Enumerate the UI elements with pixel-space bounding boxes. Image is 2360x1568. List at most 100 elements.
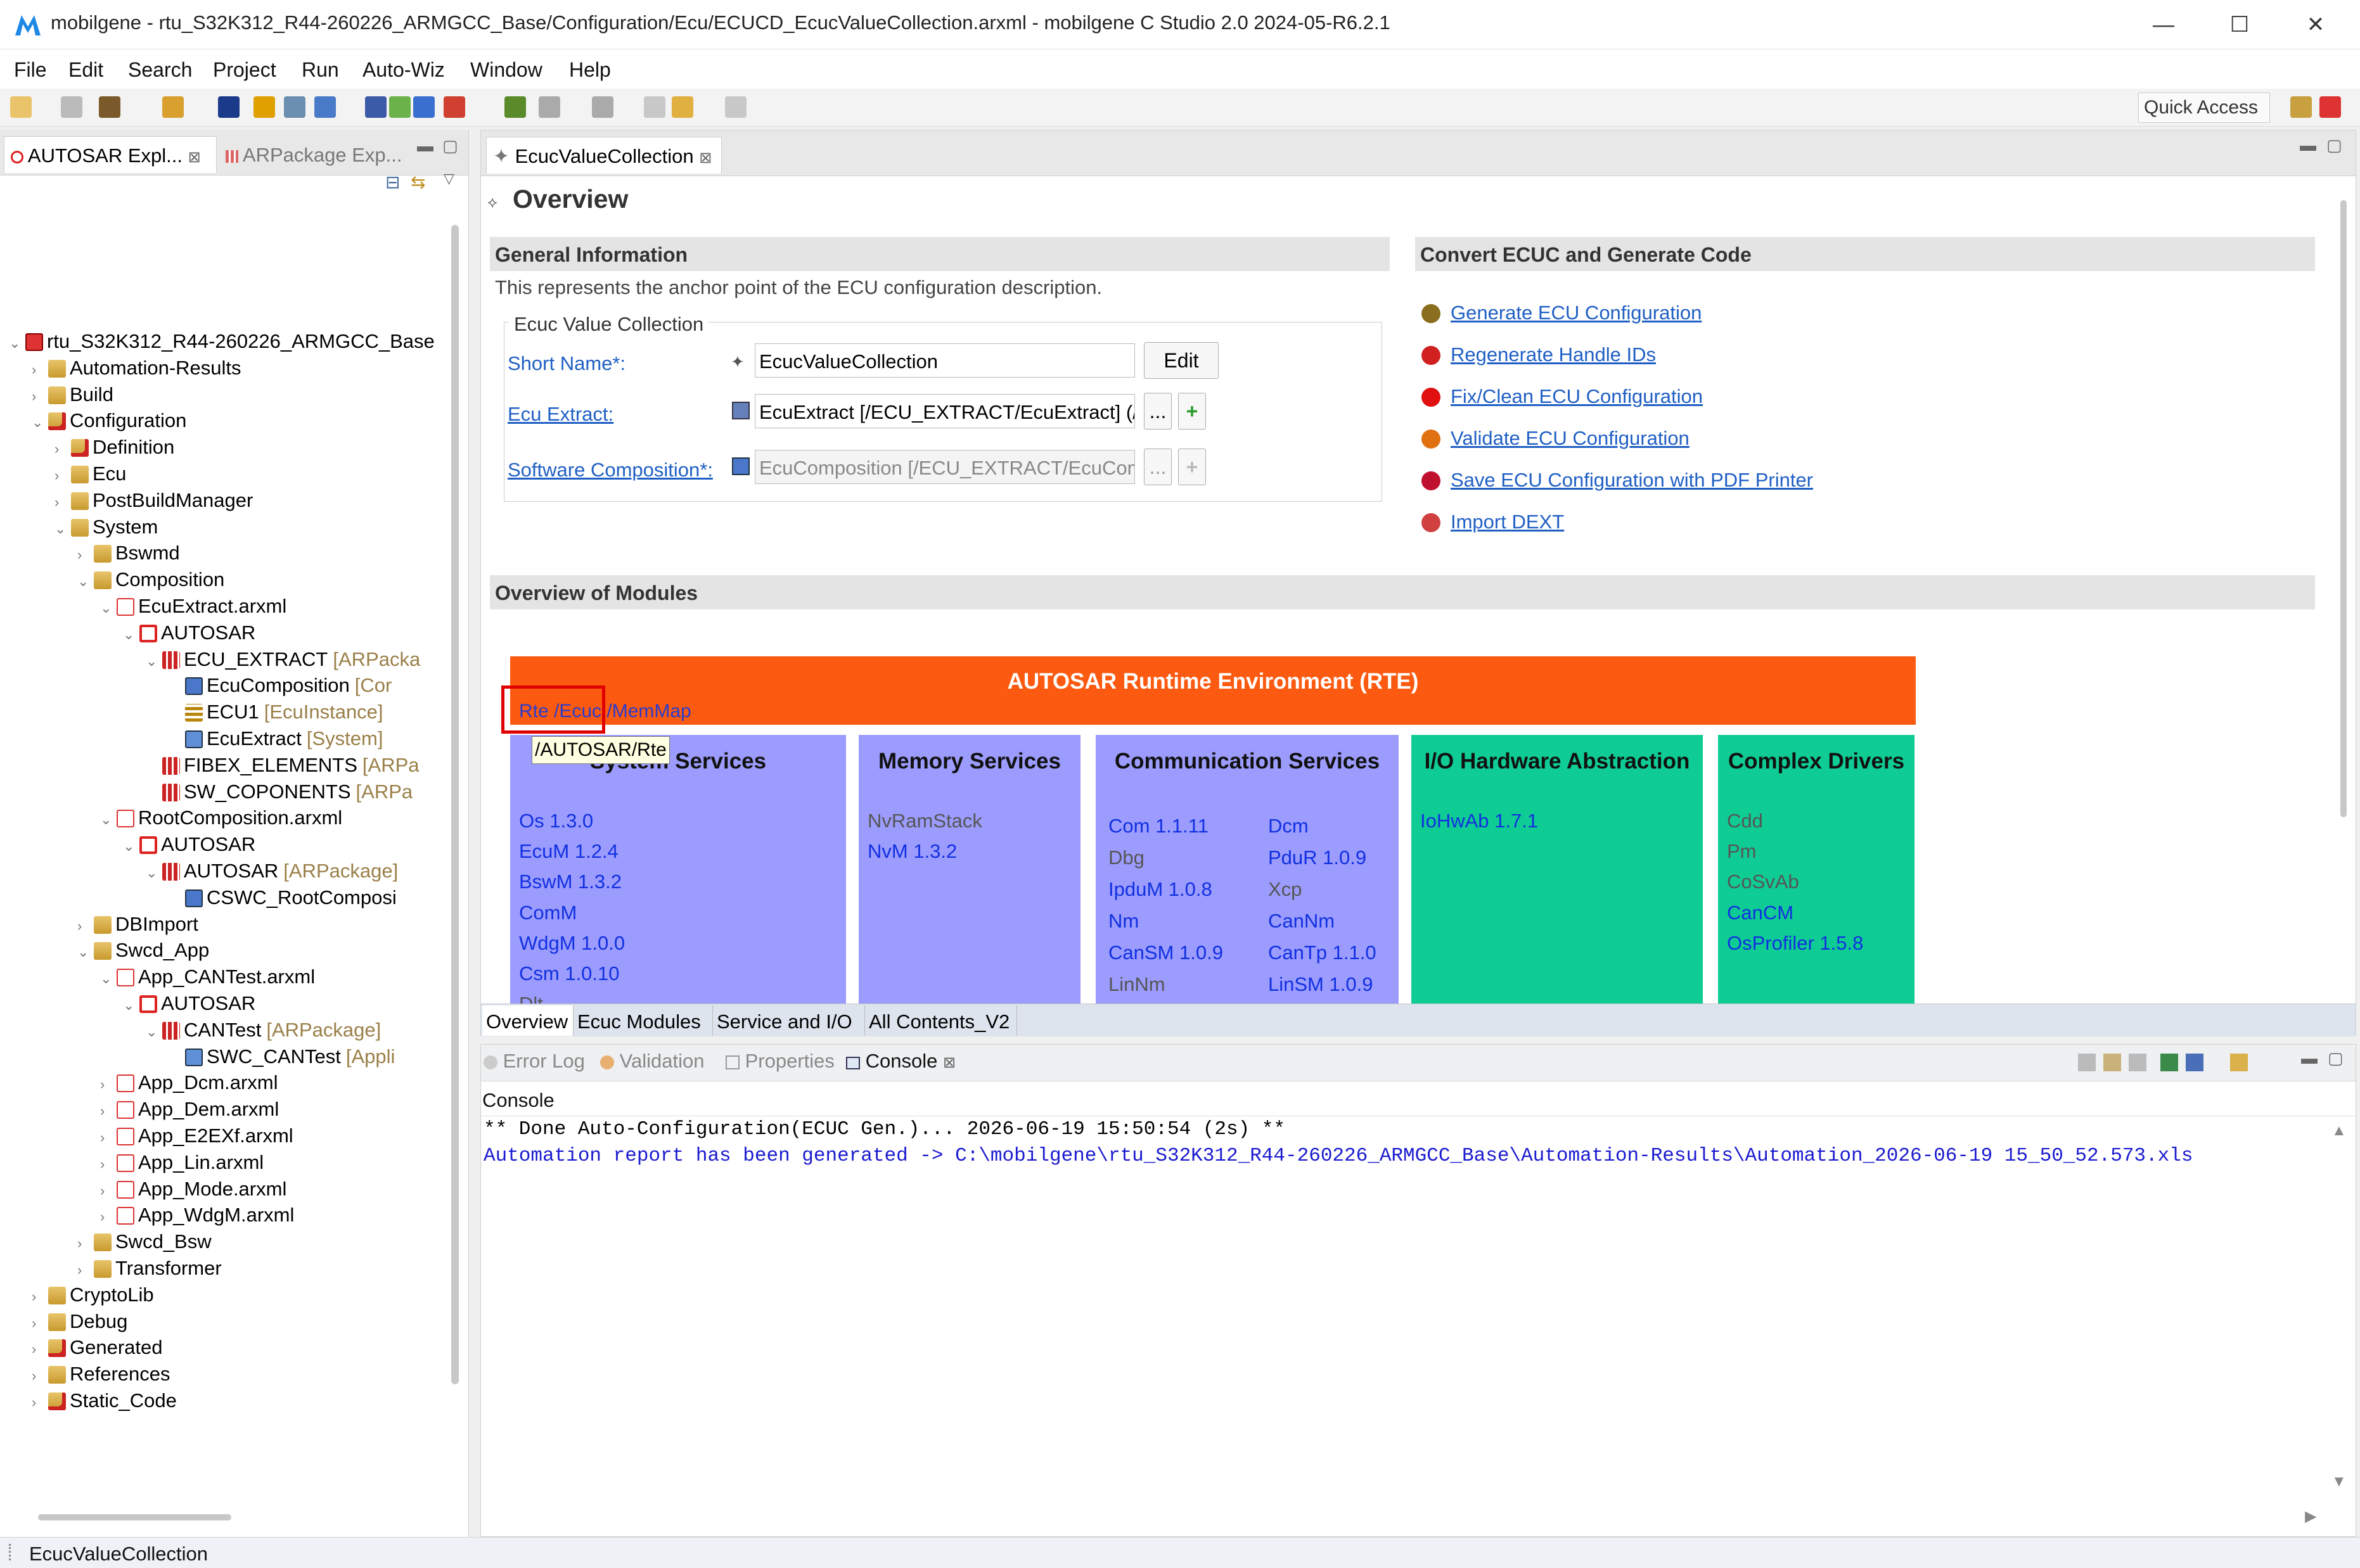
module-item[interactable]: NvRamStack [868,810,982,832]
back-icon[interactable] [644,96,665,118]
module-item[interactable]: OsProfiler 1.5.8 [1727,932,1863,955]
word-wrap-icon[interactable] [2129,1054,2146,1071]
tree-item[interactable]: › Static_Code [32,1386,182,1416]
maximize-editor-icon[interactable]: ▢ [2326,136,2342,155]
open-perspective-icon[interactable] [2290,96,2312,118]
overview-expand-icon[interactable]: ⟡ [487,194,497,212]
twisty-icon[interactable]: ⌄ [32,407,48,438]
ecu-extract-add-button[interactable]: + [1178,393,1206,430]
scroll-lock-icon[interactable] [2103,1054,2121,1071]
edit-button[interactable]: Edit [1144,342,1219,379]
tree-item[interactable]: ⌄ RootComposition.arxml [100,803,347,833]
chart-icon[interactable] [284,96,305,118]
module-item[interactable]: Com 1.1.11 [1108,815,1209,838]
module-icon[interactable] [365,96,387,118]
tree-item[interactable]: ⌄ CANTest [ARPackage] [146,1015,381,1045]
module-item[interactable]: CoSvAb [1727,870,1799,893]
twisty-icon[interactable]: ⌄ [77,937,94,967]
action-link[interactable]: Validate ECU Configuration [1451,427,1690,450]
save-icon[interactable] [61,96,82,118]
close-tab-icon[interactable]: ⊠ [943,1054,956,1071]
menu-search[interactable]: Search [128,58,192,82]
step-icon[interactable] [539,96,560,118]
tree-item[interactable]: › Automation-Results [32,353,247,383]
menu-window[interactable]: Window [470,58,542,82]
ecu-extract-field[interactable]: EcuExtract [/ECU_EXTRACT/EcuExtract] (/r… [755,394,1135,428]
tree-item[interactable]: ECU1 [EcuInstance] [169,697,383,727]
tree-item[interactable]: › DBImport [77,909,203,940]
module-item[interactable]: EcuM 1.2.4 [519,840,619,863]
scroll-up-icon[interactable]: ▲ [2331,1122,2347,1140]
tree-item[interactable]: ⌄ AUTOSAR [123,988,260,1019]
tree-item[interactable]: ⌄ Configuration [32,405,191,436]
twisty-icon[interactable]: ⌄ [100,805,117,835]
twisty-icon[interactable]: ⌄ [9,328,25,359]
action-link[interactable]: Fix/Clean ECU Configuration [1451,385,1703,408]
tree-horizontal-scrollbar[interactable] [38,1514,231,1520]
pin-console-icon[interactable] [2160,1054,2178,1071]
tree-item[interactable]: › Swcd_Bsw [77,1227,217,1257]
connect-icon[interactable] [413,96,435,118]
tree-item[interactable]: ⌄ AUTOSAR [ARPackage] [146,856,398,886]
wizard-icon[interactable] [253,96,275,118]
minimize-editor-icon[interactable]: ▬ [2300,136,2316,155]
tree-item[interactable]: › Generated [32,1332,168,1363]
tree-item[interactable]: › Debug [32,1306,132,1337]
tree-item[interactable]: ⌄ ECU_EXTRACT [ARPacka [146,644,420,675]
page-tab-ecuc-modules[interactable]: Ecuc Modules [574,1005,713,1036]
module-item[interactable]: Csm 1.0.10 [519,962,620,985]
tree-item[interactable]: FIBEX_ELEMENTS [ARPa [146,750,420,781]
tree-item[interactable]: ⌄ System [55,512,163,542]
module-item[interactable]: Xcp [1268,878,1302,901]
tree-item[interactable]: SW_COPONENTS [ARPa [146,777,413,807]
twisty-icon[interactable]: ⌄ [123,990,139,1021]
twisty-icon[interactable]: ⌄ [146,1017,162,1047]
tree-item[interactable]: › Build [32,379,119,410]
tree-item[interactable]: ⌄ AUTOSAR [123,829,260,860]
module-item[interactable]: NvM 1.3.2 [868,840,957,863]
module-item[interactable]: ComM [519,902,577,924]
forward-icon[interactable] [725,96,747,118]
tree-item[interactable]: › App_Mode.arxml [100,1174,292,1204]
tab-error-log[interactable]: Error Log [484,1050,585,1073]
module-item[interactable]: CanTp 1.1.0 [1268,941,1376,964]
twisty-icon[interactable]: ⌄ [55,514,71,544]
twisty-icon[interactable]: ⌄ [100,593,117,623]
menu-project[interactable]: Project [213,58,276,82]
tree-item[interactable]: › App_Dem.arxml [100,1094,284,1125]
tree-item[interactable]: › Bswmd [77,538,185,568]
tree-item[interactable]: › App_Lin.arxml [100,1147,269,1178]
history-icon[interactable] [592,96,613,118]
editor-vertical-scrollbar[interactable] [2340,200,2347,817]
new-icon[interactable] [10,96,32,118]
tree-item[interactable]: ⌄ App_CANTest.arxml [100,962,320,992]
module-item[interactable]: CanSM 1.0.9 [1108,941,1223,964]
twisty-icon[interactable]: ⌄ [123,620,139,650]
twisty-icon[interactable]: › [32,1387,48,1418]
scroll-down-icon[interactable]: ▼ [2331,1473,2347,1491]
tree-item[interactable]: › References [32,1359,176,1389]
tree-item[interactable]: ⌄ EcuExtract.arxml [100,591,292,621]
close-window-button[interactable]: ✕ [2278,0,2354,49]
prev-icon[interactable] [672,96,693,118]
page-tab-overview[interactable]: Overview [482,1005,574,1036]
tree-item[interactable]: SWC_CANTest [Appli [169,1042,395,1072]
tree-item[interactable]: ⌄ Composition [77,564,229,595]
module-item[interactable]: IpduM 1.0.8 [1108,878,1212,901]
twisty-icon[interactable]: ⌄ [100,964,117,994]
menu-run[interactable]: Run [302,58,339,82]
module-item[interactable]: IoHwAb 1.7.1 [1420,810,1538,832]
action-link[interactable]: Save ECU Configuration with PDF Printer [1451,469,1813,492]
tree-item[interactable]: ⌄ Swcd_App [77,935,214,966]
module-item[interactable]: CanCM [1727,902,1793,924]
action-link[interactable]: Generate ECU Configuration [1451,302,1702,324]
validate-toolbar-icon[interactable] [444,96,465,118]
minimize-console-icon[interactable]: ▬ [2301,1049,2318,1068]
tree-item[interactable]: CSWC_RootComposi [169,883,402,913]
page-tab-service-io[interactable]: Service and I/O [713,1005,865,1036]
tab-console[interactable]: Console ⊠ [846,1050,956,1073]
twisty-icon[interactable]: ⌄ [77,566,94,597]
tab-properties[interactable]: Properties [726,1050,835,1073]
tree-item[interactable]: › App_WdgM.arxml [100,1200,299,1230]
quick-access-input[interactable]: Quick Access [2138,92,2270,123]
